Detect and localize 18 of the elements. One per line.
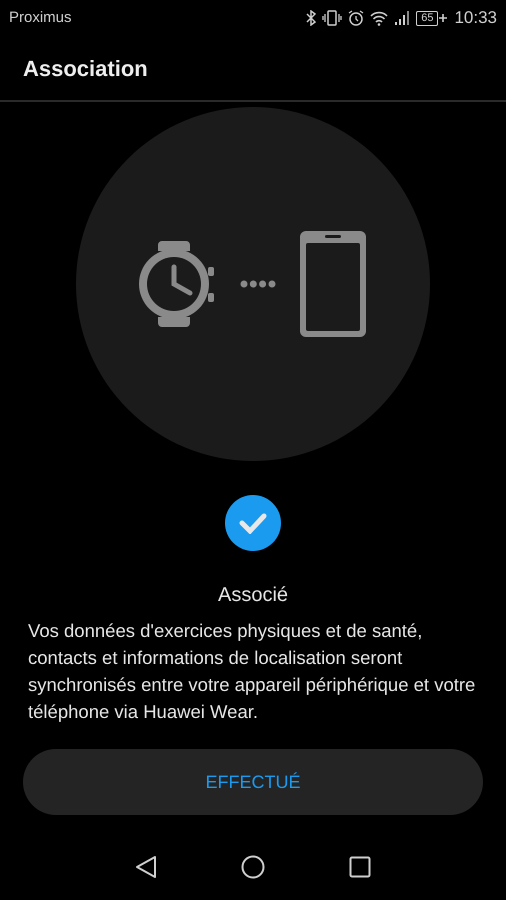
- signal-icon: [394, 11, 410, 25]
- carrier-name: Proximus: [9, 8, 72, 28]
- home-icon[interactable]: [241, 855, 265, 879]
- dots-icon: [240, 280, 276, 288]
- recents-icon[interactable]: [349, 856, 371, 878]
- description-text: Vos données d'exercices physiques et de santé, contacts et informations de localisation seront synchronisés entre votre appareil périphérique et votre téléphone via Huawei Wear.: [28, 619, 476, 724]
- vibrate-icon: [322, 10, 342, 26]
- phone-icon: [298, 229, 368, 339]
- status-label: Associé: [218, 583, 288, 608]
- alarm-icon: [348, 10, 364, 26]
- battery-level: 65: [416, 10, 438, 26]
- done-button[interactable]: EFFECTUÉ: [23, 749, 483, 815]
- clock-time: 10:33: [454, 7, 497, 30]
- wifi-icon: [370, 10, 388, 26]
- charging-icon: [438, 13, 448, 23]
- bluetooth-icon: [306, 10, 316, 26]
- screen-title: Association: [23, 54, 148, 82]
- back-icon[interactable]: [135, 855, 157, 879]
